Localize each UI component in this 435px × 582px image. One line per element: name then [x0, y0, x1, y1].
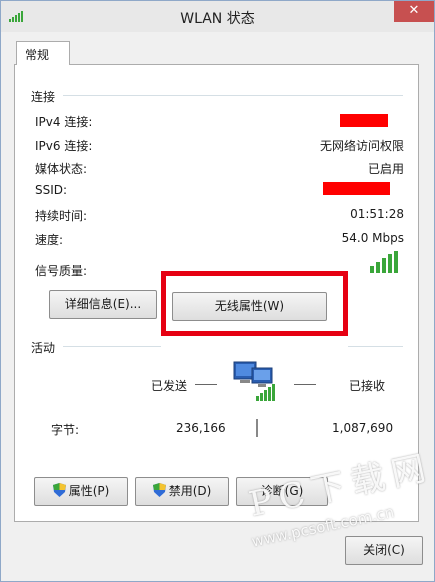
window-close-button[interactable]: ✕: [394, 1, 434, 22]
network-activity-icon: [233, 361, 275, 401]
received-dash: [294, 384, 316, 385]
signal-quality-label: 信号质量:: [35, 264, 88, 278]
diagnose-button[interactable]: 诊断(G): [236, 477, 328, 506]
properties-button-label: 属性(P): [68, 484, 110, 498]
connection-divider: [31, 95, 403, 96]
activity-divider-right: [348, 346, 403, 347]
ssid-label: SSID:: [35, 183, 68, 197]
ssid-value-redacted: [323, 182, 390, 195]
close-button[interactable]: 关闭(C): [345, 536, 423, 565]
bytes-label: 字节:: [51, 423, 80, 437]
duration-label: 持续时间:: [35, 209, 88, 223]
activity-section-title: 活动: [31, 339, 64, 356]
speed-label: 速度:: [35, 233, 64, 247]
bytes-divider: [256, 419, 258, 437]
disable-button-label: 禁用(D): [168, 484, 212, 498]
duration-value: 01:51:28: [350, 207, 404, 221]
ipv6-label: IPv6 连接:: [35, 139, 93, 153]
highlight-annotation-box: [161, 271, 348, 336]
uac-shield-icon: [152, 483, 166, 497]
properties-button[interactable]: 属性(P): [34, 477, 128, 506]
signal-strength-icon: [370, 251, 398, 273]
tab-general[interactable]: 常规: [16, 41, 70, 65]
uac-shield-icon: [52, 483, 66, 497]
media-state-label: 媒体状态:: [35, 162, 88, 176]
sent-label: 已发送: [151, 379, 188, 393]
details-button[interactable]: 详细信息(E)...: [49, 290, 157, 319]
wlan-status-window: WLAN 状态 ✕ 常规 连接 IPv4 连接: IPv6 连接: 无网络访问权…: [0, 0, 435, 582]
bytes-sent-value: 236,166: [176, 421, 226, 435]
speed-value: 54.0 Mbps: [341, 231, 404, 245]
ipv4-label: IPv4 连接:: [35, 115, 93, 129]
title-bar[interactable]: WLAN 状态 ✕: [1, 1, 434, 32]
ipv6-value: 无网络访问权限: [319, 139, 404, 153]
received-label: 已接收: [349, 379, 386, 393]
ipv4-value-redacted: [340, 114, 388, 127]
window-title: WLAN 状态: [180, 11, 255, 27]
media-state-value: 已启用: [367, 162, 404, 176]
disable-button[interactable]: 禁用(D): [135, 477, 229, 506]
bytes-received-value: 1,087,690: [332, 421, 394, 435]
sent-dash: [195, 384, 217, 385]
connection-section-title: 连接: [31, 88, 64, 105]
